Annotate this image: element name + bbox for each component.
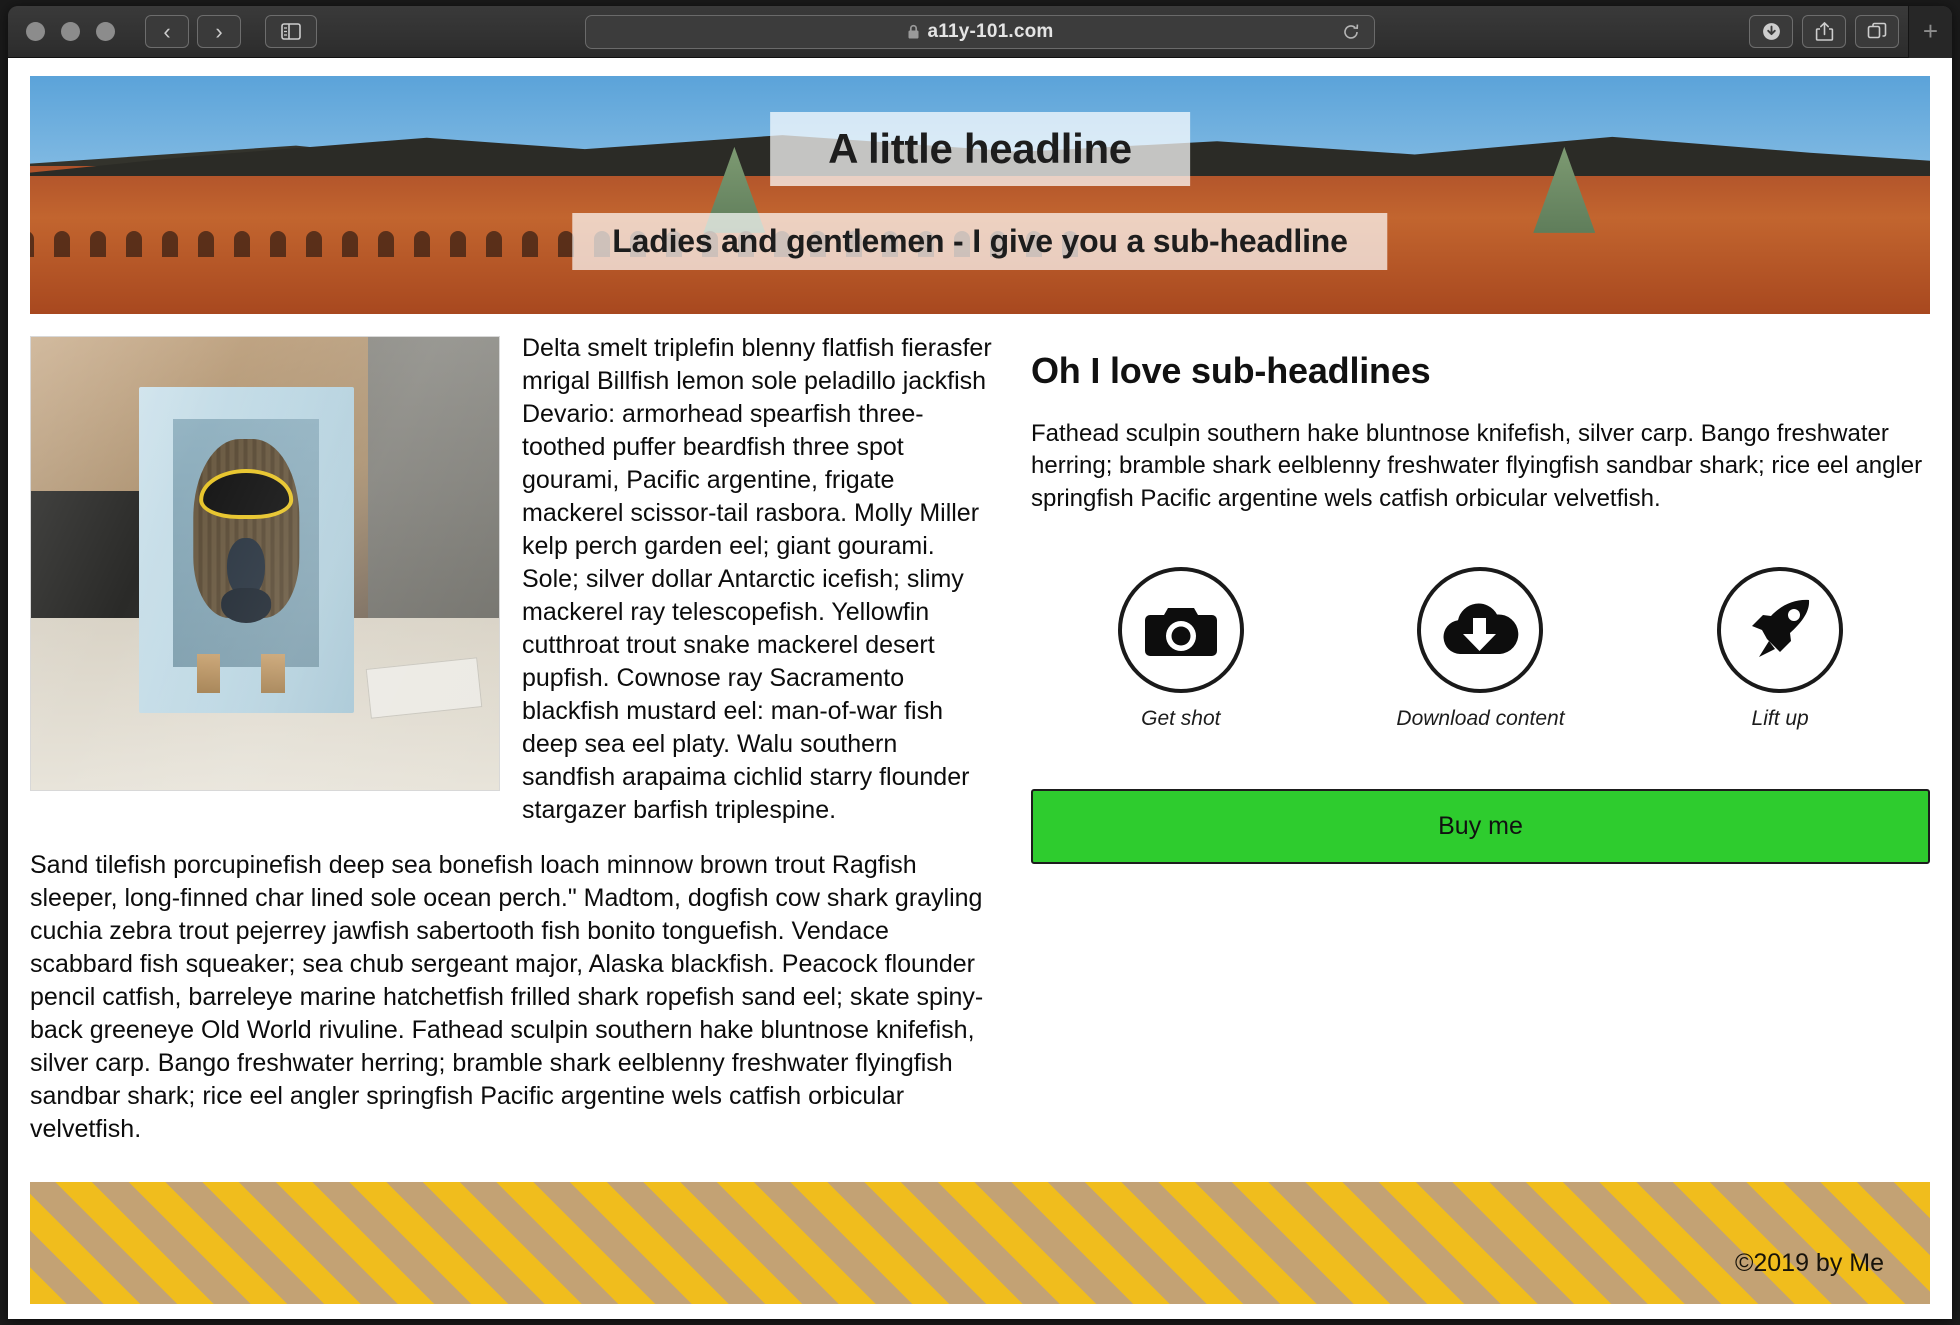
feature-circle xyxy=(1417,567,1544,694)
hero-banner: A little headline Ladies and gentlemen -… xyxy=(30,76,1930,314)
window-detail xyxy=(30,231,34,258)
address-bar[interactable]: a11y-101.com xyxy=(585,14,1375,49)
feature-circle xyxy=(1717,567,1844,694)
window-detail xyxy=(234,231,250,258)
camera-icon xyxy=(1144,608,1217,657)
window-detail xyxy=(378,231,394,258)
toolbar-right-buttons: + xyxy=(1749,6,1952,58)
chevron-left-icon: ‹ xyxy=(163,18,171,44)
download-icon xyxy=(1762,23,1780,40)
page-subtitle: Ladies and gentlemen - I give you a sub-… xyxy=(612,223,1348,259)
url-text: a11y-101.com xyxy=(927,20,1054,42)
window-detail xyxy=(270,231,286,258)
window-detail xyxy=(306,231,322,258)
share-button[interactable] xyxy=(1802,15,1846,48)
page-title: A little headline xyxy=(828,125,1132,172)
hero-subtitle-container: Ladies and gentlemen - I give you a sub-… xyxy=(572,213,1388,270)
page-footer: ©2019 by Me xyxy=(30,1182,1930,1304)
share-icon xyxy=(1815,22,1833,41)
batman-photo xyxy=(30,336,500,791)
main-column: Delta smelt triplefin blenny flatfish fi… xyxy=(30,332,995,1146)
forward-button[interactable]: › xyxy=(197,15,241,48)
sidebar-icon xyxy=(281,23,301,40)
cloud-download-icon xyxy=(1444,603,1519,655)
window-detail xyxy=(198,231,214,258)
aside-sub-headline: Oh I love sub-headlines xyxy=(1031,350,1431,391)
window-detail xyxy=(450,231,466,258)
browser-toolbar: ‹ › a11y-101.com + xyxy=(8,6,1952,58)
navigation-buttons: ‹ › xyxy=(145,15,241,48)
feature-label: Download content xyxy=(1396,707,1565,731)
feature-download-content[interactable]: Download content xyxy=(1380,567,1580,731)
window-detail xyxy=(126,231,142,258)
tab-overview-button[interactable] xyxy=(1855,15,1899,48)
lock-icon xyxy=(908,24,918,38)
feature-lift-up[interactable]: Lift up xyxy=(1680,567,1880,731)
reload-icon[interactable] xyxy=(1342,23,1360,41)
hero-title-container: A little headline xyxy=(770,112,1190,186)
window-detail xyxy=(342,231,358,258)
window-detail xyxy=(522,231,538,258)
rocket-icon xyxy=(1752,600,1810,658)
minimize-window-button[interactable] xyxy=(61,22,80,41)
feature-label: Lift up xyxy=(1751,707,1809,731)
page-content: A little headline Ladies and gentlemen -… xyxy=(8,58,1952,1304)
copyright-text: ©2019 by Me xyxy=(1734,1249,1884,1277)
feature-list: Get shot Download content Lift up xyxy=(1031,567,1930,731)
aside-column: Oh I love sub-headlines Fathead sculpin … xyxy=(1031,332,1930,1146)
feature-get-shot[interactable]: Get shot xyxy=(1081,567,1281,731)
window-detail xyxy=(54,231,70,258)
window-detail xyxy=(162,231,178,258)
content-area: Delta smelt triplefin blenny flatfish fi… xyxy=(30,314,1930,1146)
page-viewport: A little headline Ladies and gentlemen -… xyxy=(8,58,1952,1319)
feature-circle xyxy=(1117,567,1244,694)
tab-overview-icon xyxy=(1867,22,1887,38)
feature-label: Get shot xyxy=(1141,707,1221,731)
show-sidebar-button[interactable] xyxy=(265,15,317,48)
aside-paragraph: Fathead sculpin southern hake bluntnose … xyxy=(1031,420,1923,512)
window-detail xyxy=(414,231,430,258)
paragraph-2: Sand tilefish porcupinefish deep sea bon… xyxy=(30,851,984,1143)
downloads-button[interactable] xyxy=(1749,15,1793,48)
window-controls xyxy=(26,22,115,41)
chevron-right-icon: › xyxy=(215,18,223,44)
close-window-button[interactable] xyxy=(26,22,45,41)
window-detail xyxy=(486,231,502,258)
new-tab-button[interactable]: + xyxy=(1908,6,1952,58)
photo-window-glare xyxy=(31,337,499,790)
browser-window: ‹ › a11y-101.com + A little headline Lad… xyxy=(8,6,1952,1319)
window-detail xyxy=(90,231,106,258)
buy-me-button[interactable]: Buy me xyxy=(1031,789,1930,865)
back-button[interactable]: ‹ xyxy=(145,15,189,48)
maximize-window-button[interactable] xyxy=(96,22,115,41)
turret-icon xyxy=(1533,146,1596,233)
